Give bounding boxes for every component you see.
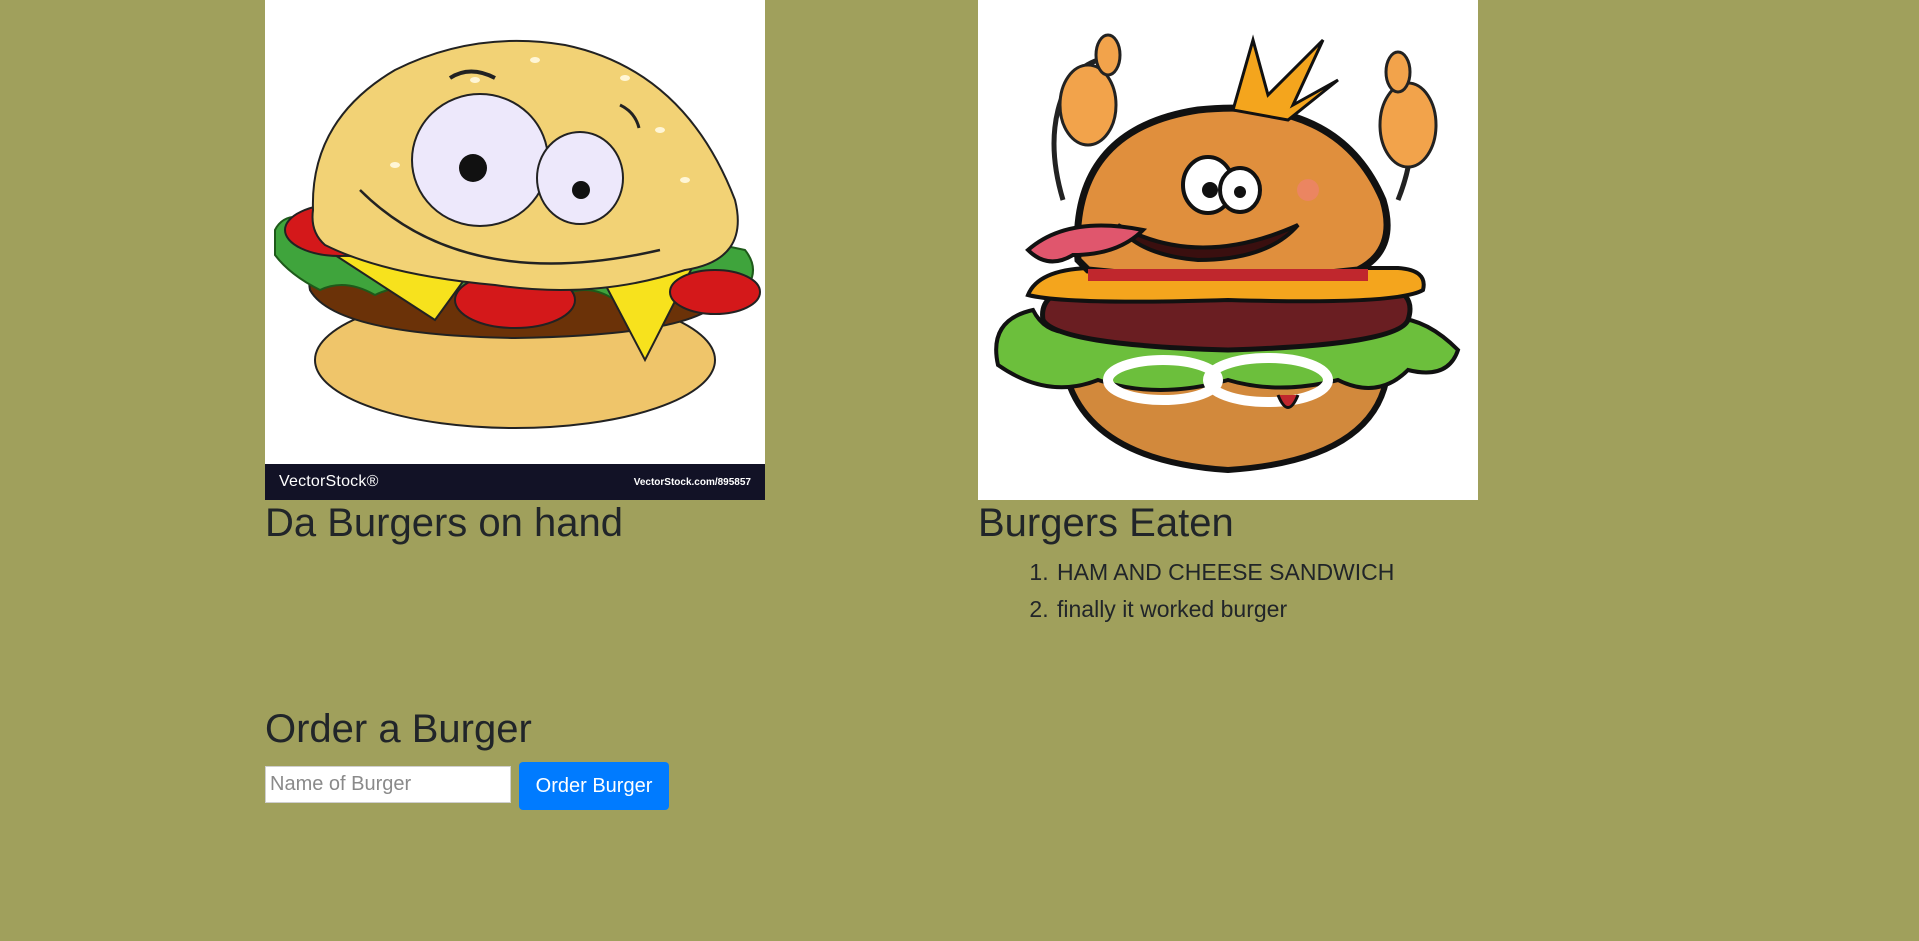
- image-watermark-bar: VectorStock® VectorStock.com/895857: [265, 464, 765, 500]
- cartoon-burger-image: VectorStock® VectorStock.com/895857: [265, 0, 765, 500]
- watermark-url: VectorStock.com/895857: [633, 477, 751, 488]
- list-item: finally it worked burger: [1055, 591, 1655, 628]
- king-burger-image: [978, 0, 1478, 500]
- watermark-brand: VectorStock®: [279, 473, 379, 490]
- order-section: Order a Burger Order Burger: [265, 706, 669, 810]
- burgers-eaten-column: Burgers Eaten HAM AND CHEESE SANDWICH fi…: [978, 0, 1478, 622]
- eaten-burgers-list: HAM AND CHEESE SANDWICH finally it worke…: [978, 554, 1655, 628]
- burgers-eaten-title: Burgers Eaten: [978, 501, 1234, 545]
- burgers-on-hand-title: Da Burgers on hand: [265, 501, 624, 545]
- list-item: HAM AND CHEESE SANDWICH: [1055, 554, 1655, 591]
- order-burger-button[interactable]: Order Burger: [519, 762, 669, 810]
- burgers-on-hand-column: VectorStock® VectorStock.com/895857 Da B…: [265, 0, 765, 545]
- burger-name-input[interactable]: [265, 766, 511, 803]
- order-title: Order a Burger: [265, 707, 532, 751]
- king-burger-illustration: [994, 33, 1461, 474]
- cartoon-burger-illustration: [274, 39, 761, 429]
- order-form: Order Burger: [265, 762, 725, 810]
